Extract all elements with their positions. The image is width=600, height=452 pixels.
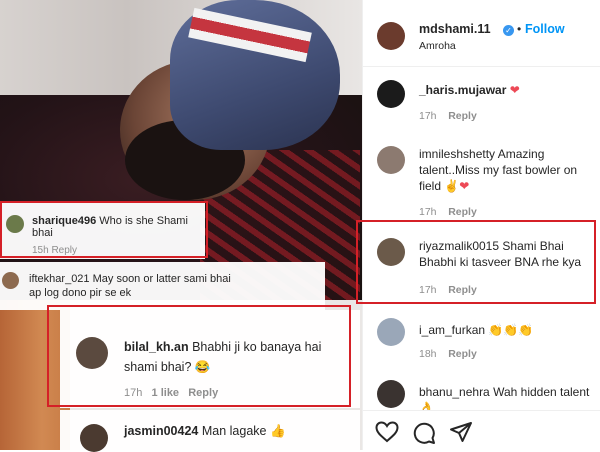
comment-username[interactable]: jasmin00424 [124,424,198,438]
comment-username[interactable]: imnileshshetty [419,147,495,161]
comment-icon[interactable] [412,421,436,445]
avatar[interactable] [2,272,19,289]
avatar[interactable] [377,146,405,174]
avatar[interactable] [76,337,108,369]
heart-icon[interactable] [375,421,399,443]
comment-time: 18h [419,348,437,360]
reply-button[interactable]: Reply [448,206,477,218]
laughing-emoji-icon: 😂 [194,360,211,374]
comment-username[interactable]: iftekhar_021 [29,273,90,285]
comment-username[interactable]: bhanu_nehra [419,385,490,399]
comment-username[interactable]: sharique496 [32,215,96,227]
share-icon[interactable] [449,421,473,443]
comment-username[interactable]: bilal_kh.an [124,340,189,354]
post-side-panel: mdshami.11 ✓ • Follow Amroha _haris.muja… [362,0,600,451]
reply-button[interactable]: Reply [448,284,477,296]
follow-button[interactable]: Follow [525,22,565,36]
overlay-comment-bilal: bilal_kh.an Bhabhi ji ko banaya hai sham… [60,310,360,408]
heart-emoji-icon: ❤ [509,83,520,97]
avatar[interactable] [377,238,405,266]
separator-dot: • [517,22,522,36]
overlay-comment-iftekhar: iftekhar_021 May soon or latter sami bha… [0,262,325,310]
comment-time: 17h [419,284,437,296]
reply-button[interactable]: Reply [448,110,477,122]
comment-text: Wah hidden talent [493,385,590,399]
comment-username[interactable]: _haris.mujawar [419,83,506,97]
comment-meta: 15h Reply [32,245,78,256]
thumbs-up-emoji-icon: 👍 [269,424,286,438]
overlay-comment-jasmin: jasmin00424 Man lagake 👍 [60,410,360,452]
avatar[interactable] [6,215,24,233]
comment-likes[interactable]: 1 like [152,387,180,399]
comment-time: 17h [124,387,143,399]
reply-button[interactable]: Reply [448,348,477,360]
clapping-emoji-icon: 👏👏👏 [488,323,534,337]
avatar[interactable] [377,380,405,408]
author-username[interactable]: mdshami.11 [419,22,491,36]
victory-heart-emoji-icon: ✌❤ [444,179,470,193]
post-actions-bar [363,410,600,451]
post-location[interactable]: Amroha [419,40,456,52]
reply-button[interactable]: Reply [188,387,218,399]
comment-username[interactable]: riyazmalik0015 [419,239,499,253]
comment-text: Man lagake [201,424,267,438]
comment-username[interactable]: i_am_furkan [419,323,485,337]
overlay-comment-sharique: sharique496 Who is she Shami bhai 15h Re… [0,201,205,259]
comment-time: 17h [419,110,437,122]
comment-time: 17h [419,206,437,218]
avatar[interactable] [377,80,405,108]
author-avatar[interactable] [377,22,405,50]
post-header: mdshami.11 ✓ • Follow Amroha [363,0,600,67]
avatar[interactable] [377,318,405,346]
avatar[interactable] [80,424,108,452]
verified-badge-icon: ✓ [503,25,514,36]
